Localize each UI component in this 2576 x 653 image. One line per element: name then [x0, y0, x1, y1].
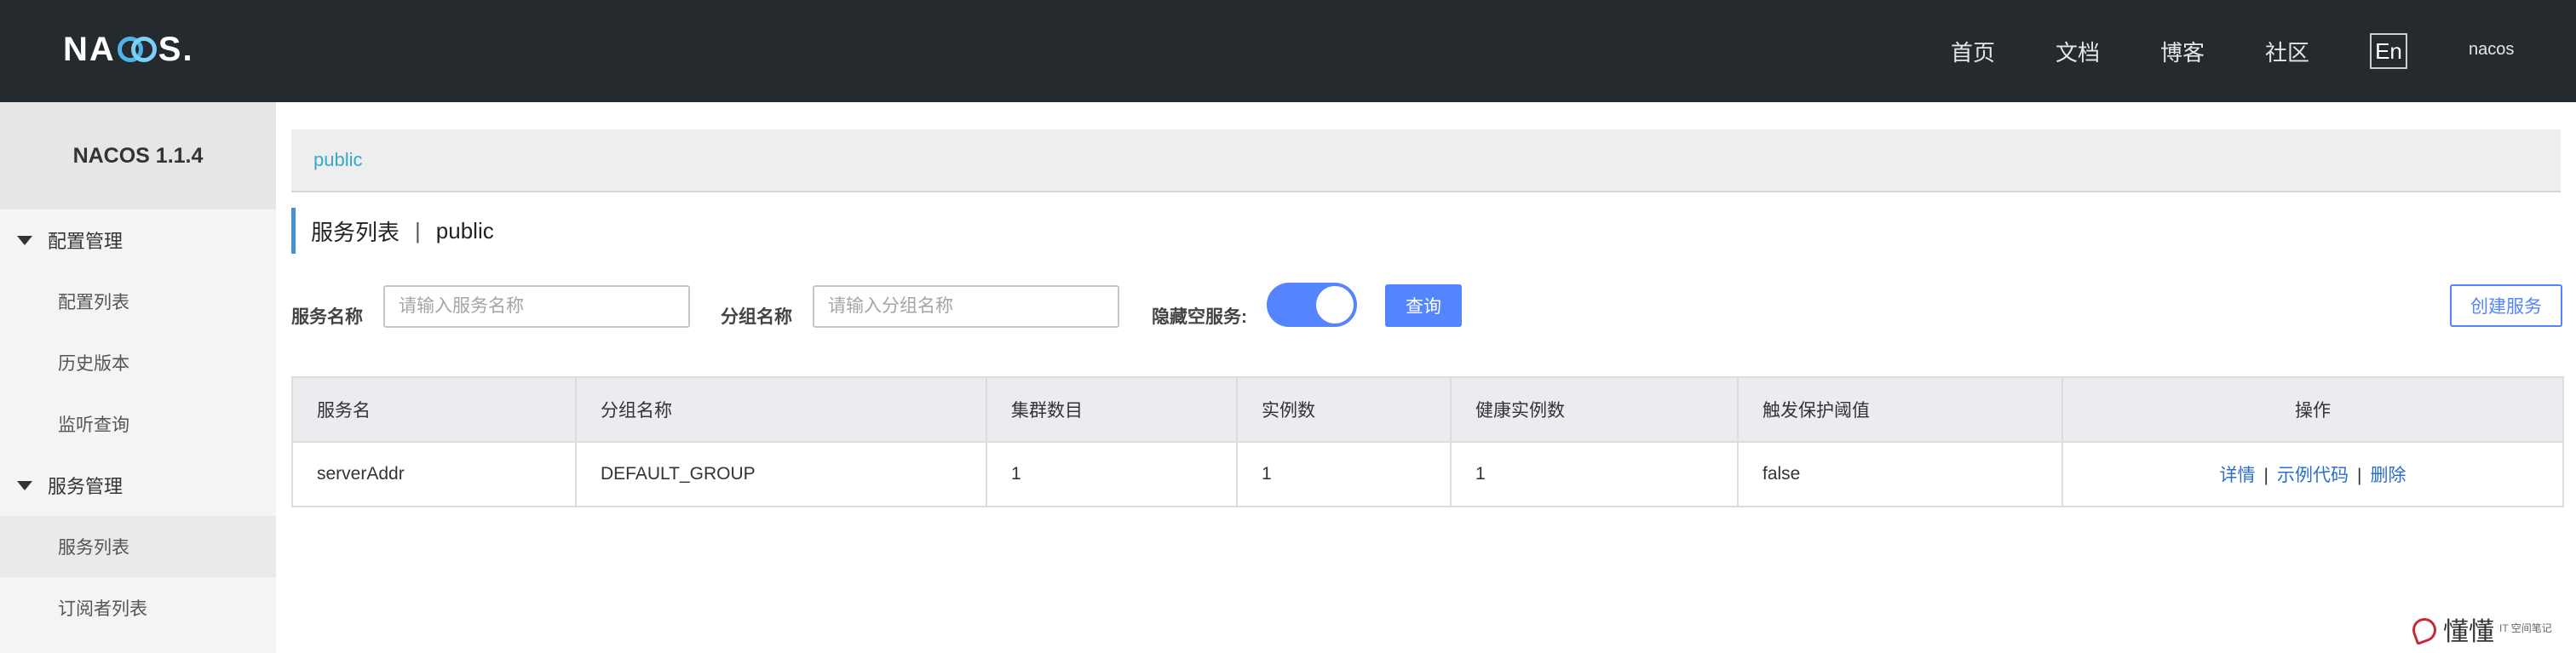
detail-link[interactable]: 详情: [2220, 466, 2256, 485]
sidebar-group-config[interactable]: 配置管理: [0, 209, 276, 271]
cell-actions: 详情 | 示例代码 | 删除: [2061, 441, 2564, 507]
create-service-button[interactable]: 创建服务: [2450, 284, 2562, 327]
column-header-instances[interactable]: 实例数: [1236, 376, 1452, 443]
column-header-healthy[interactable]: 健康实例数: [1450, 376, 1739, 443]
language-switch-button[interactable]: En: [2370, 33, 2407, 69]
main-content: public 服务列表 | public 服务名称 分组名称 隐藏空服务: 查询…: [276, 102, 2576, 653]
cell-threshold: false: [1737, 441, 2063, 507]
column-header-service[interactable]: 服务名: [291, 376, 577, 443]
sidebar-group-service[interactable]: 服务管理: [0, 455, 276, 516]
cell-cluster-count: 1: [986, 441, 1238, 507]
action-separator: |: [2357, 466, 2362, 485]
table-row: serverAddr DEFAULT_GROUP 1 1 1 false 详情 |…: [291, 441, 2564, 507]
watermark-text: 懂懂: [2443, 617, 2494, 647]
page-title: 服务列表 | public: [291, 208, 494, 254]
sidebar: NACOS 1.1.4 配置管理 配置列表 历史版本 监听查询 服务管理 服务列…: [0, 102, 276, 653]
nav-home[interactable]: 首页: [1951, 36, 1995, 67]
column-header-group[interactable]: 分组名称: [575, 376, 987, 443]
nav-blog[interactable]: 博客: [2160, 36, 2205, 67]
sidebar-group-label: 服务管理: [48, 476, 124, 497]
toggle-knob: [1316, 286, 1354, 324]
hide-empty-label: 隐藏空服务:: [1152, 307, 1247, 327]
page-title-namespace: public: [435, 217, 494, 243]
sidebar-item-service-list[interactable]: 服务列表: [0, 516, 276, 577]
table-header-row: 服务名 分组名称 集群数目 实例数 健康实例数 触发保护阈值 操作: [291, 376, 2564, 443]
caret-down-icon: [17, 235, 32, 245]
column-header-actions: 操作: [2061, 376, 2564, 443]
hide-empty-toggle[interactable]: [1267, 283, 1357, 327]
service-name-label: 服务名称: [291, 307, 363, 327]
namespace-link-public[interactable]: public: [313, 149, 362, 171]
page-title-text: 服务列表: [311, 219, 400, 245]
page-title-separator: |: [415, 217, 421, 243]
cell-healthy-count: 1: [1450, 441, 1739, 507]
action-separator: |: [2263, 466, 2268, 485]
logo-text-right: S.: [158, 30, 194, 68]
sidebar-item-config-list[interactable]: 配置列表: [0, 271, 276, 332]
group-name-label: 分组名称: [721, 307, 792, 327]
sidebar-item-subscriber-list[interactable]: 订阅者列表: [0, 577, 276, 639]
sidebar-item-listener-query[interactable]: 监听查询: [0, 393, 276, 455]
watermark: 懂懂 IT 空间笔记: [2409, 612, 2554, 647]
top-navbar: NA S. 首页 文档 博客 社区 En nacos: [0, 0, 2576, 102]
nav-docs[interactable]: 文档: [2056, 36, 2100, 67]
caret-down-icon: [17, 480, 32, 490]
watermark-subtext: IT 空间笔记: [2499, 622, 2552, 635]
column-header-clusters[interactable]: 集群数目: [986, 376, 1238, 443]
cell-service-name: serverAddr: [291, 441, 577, 507]
watermark-logo-icon: [2409, 615, 2438, 644]
cell-group-name: DEFAULT_GROUP: [575, 441, 987, 507]
sidebar-group-label: 配置管理: [48, 231, 124, 252]
service-name-input[interactable]: [383, 285, 690, 328]
namespace-bar: public: [291, 129, 2561, 192]
delete-link[interactable]: 删除: [2370, 466, 2406, 485]
sidebar-item-history[interactable]: 历史版本: [0, 332, 276, 393]
group-name-input[interactable]: [813, 285, 1119, 328]
query-button[interactable]: 查询: [1385, 284, 1462, 327]
nacos-infinity-icon: [117, 37, 157, 62]
user-menu[interactable]: nacos: [2469, 40, 2514, 60]
sample-code-link[interactable]: 示例代码: [2277, 466, 2349, 485]
cell-instance-count: 1: [1236, 441, 1452, 507]
service-table: 服务名 分组名称 集群数目 实例数 健康实例数 触发保护阈值 操作 server…: [291, 376, 2564, 507]
nav-community[interactable]: 社区: [2265, 36, 2309, 67]
column-header-threshold[interactable]: 触发保护阈值: [1737, 376, 2063, 443]
logo-text-left: NA: [63, 30, 116, 68]
version-title: NACOS 1.1.4: [0, 102, 276, 209]
nacos-logo[interactable]: NA S.: [63, 31, 194, 68]
